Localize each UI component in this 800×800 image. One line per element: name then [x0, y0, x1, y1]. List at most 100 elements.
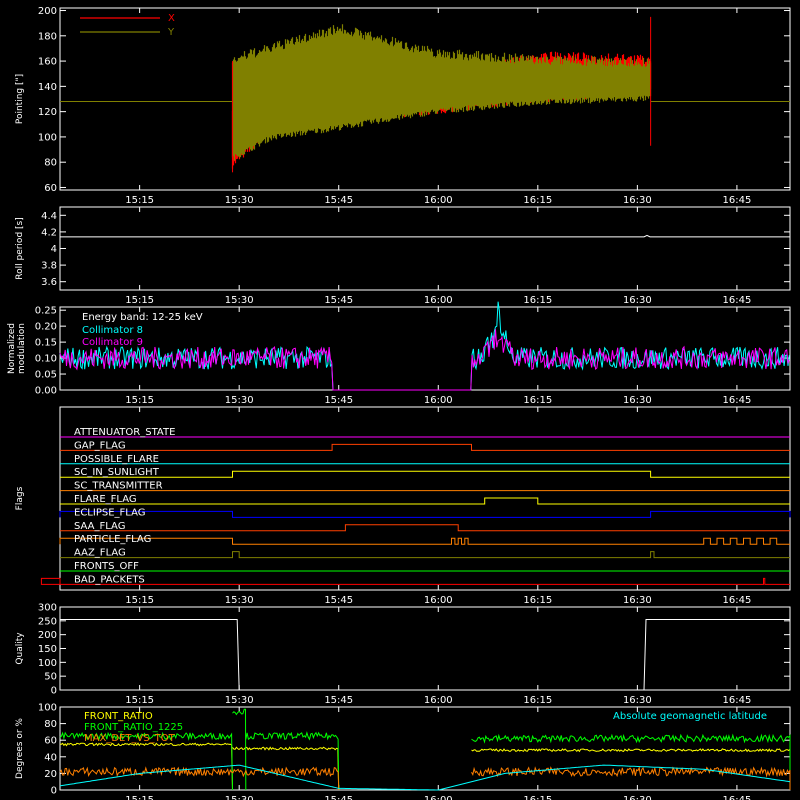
y-axis-label: Quality	[15, 632, 25, 665]
y-axis-label: Pointing ["]	[15, 74, 25, 124]
y-tick-label: 0.05	[35, 370, 57, 381]
y-axis-label: Flags	[15, 486, 25, 510]
legend-label-collimator-8: Collimator 8	[82, 325, 143, 336]
x-tick-label: 16:15	[523, 795, 552, 800]
x-tick-label: 16:15	[523, 695, 552, 706]
x-tick-label: 15:15	[125, 295, 154, 306]
x-tick-label: 16:30	[623, 595, 652, 606]
y-tick-label: 60	[44, 183, 57, 194]
y-tick-label: 3.8	[41, 261, 57, 272]
x-tick-label: 16:00	[424, 595, 453, 606]
y-tick-label: 20	[44, 769, 57, 780]
y-tick-label: 4.2	[41, 227, 57, 238]
y-tick-label: 0.15	[35, 338, 57, 349]
y-tick-label: 60	[44, 736, 57, 747]
x-tick-label: 15:15	[125, 695, 154, 706]
x-tick-label: 15:15	[125, 595, 154, 606]
y-tick-label: 50	[44, 672, 57, 683]
legend-label-Y: Y	[167, 27, 175, 38]
y-tick-label: 100	[38, 703, 57, 714]
y-tick-label: 100	[38, 132, 57, 143]
y-tick-label: 0.00	[35, 386, 57, 397]
y-tick-label: 80	[44, 719, 57, 730]
y-tick-label: 200	[38, 630, 57, 641]
legend-label-front_ratio: FRONT_RATIO	[84, 711, 153, 722]
y-tick-label: 300	[38, 603, 57, 614]
x-tick-label: 16:15	[523, 395, 552, 406]
y-tick-label: 150	[38, 644, 57, 655]
x-tick-label: 15:45	[324, 295, 353, 306]
x-tick-label: 16:30	[623, 295, 652, 306]
x-tick-label: 16:15	[523, 295, 552, 306]
flag-label-aaz_flag: AAZ_FLAG	[74, 548, 126, 559]
x-tick-label: 15:45	[324, 795, 353, 800]
x-tick-label: 16:45	[722, 395, 751, 406]
y-tick-label: 250	[38, 616, 57, 627]
x-tick-label: 15:45	[324, 395, 353, 406]
y-axis-label: Degrees or %	[15, 718, 25, 779]
x-tick-label: 16:45	[722, 595, 751, 606]
x-tick-label: 16:00	[424, 395, 453, 406]
y-tick-label: 0.20	[35, 322, 57, 333]
x-tick-label: 15:30	[225, 695, 254, 706]
x-tick-label: 15:30	[225, 195, 254, 206]
legend-label-front_ratio_1225: FRONT_RATIO_1225	[84, 722, 183, 733]
y-tick-label: 4	[51, 244, 57, 255]
x-tick-label: 16:00	[424, 295, 453, 306]
x-tick-label: 16:15	[523, 595, 552, 606]
y-tick-label: 120	[38, 107, 57, 118]
y-axis-label: modulation	[17, 323, 27, 374]
flag-label-saa_flag: SAA_FLAG	[74, 521, 125, 532]
legend-label-X: X	[168, 13, 175, 24]
y-tick-label: 180	[38, 31, 57, 42]
y-tick-label: 200	[38, 6, 57, 17]
x-tick-label: 16:15	[523, 195, 552, 206]
x-tick-label: 15:45	[324, 695, 353, 706]
legend-label-geomagnetic-latitude: Absolute geomagnetic latitude	[613, 711, 767, 722]
flag-label-bad_packets: BAD_PACKETS	[74, 574, 145, 585]
x-tick-label: 16:30	[623, 695, 652, 706]
y-tick-label: 80	[44, 158, 57, 169]
legend-label-collimator-9: Collimator 9	[82, 337, 143, 348]
x-tick-label: 16:00	[424, 695, 453, 706]
x-tick-label: 16:30	[623, 795, 652, 800]
x-tick-label: 15:15	[125, 395, 154, 406]
flag-label-sc_in_sunlight: SC_IN_SUNLIGHT	[74, 467, 160, 478]
y-tick-label: 100	[38, 658, 57, 669]
flag-label-fronts_off: FRONTS_OFF	[74, 561, 139, 572]
x-tick-label: 15:30	[225, 795, 254, 800]
flag-label-flare_flag: FLARE_FLAG	[74, 494, 137, 505]
x-tick-label: 15:45	[324, 195, 353, 206]
y-tick-label: 0	[51, 686, 57, 697]
y-tick-label: 4.4	[41, 211, 57, 222]
y-tick-label: 0.10	[35, 354, 57, 365]
flag-label-sc_transmitter: SC_TRANSMITTER	[74, 481, 163, 492]
y-tick-label: 0	[51, 786, 57, 797]
x-tick-label: 16:00	[424, 795, 453, 800]
y-tick-label: 140	[38, 82, 57, 93]
x-tick-label: 15:15	[125, 795, 154, 800]
flag-label-particle_flag: PARTICLE_FLAG	[74, 534, 151, 545]
x-tick-label: 15:30	[225, 595, 254, 606]
flag-label-possible_flare: POSSIBLE_FLARE	[74, 454, 159, 465]
y-axis-label: Roll period [s]	[15, 217, 25, 279]
y-tick-label: 3.6	[41, 277, 57, 288]
flag-label-gap_flag: GAP_FLAG	[74, 440, 126, 451]
y-axis-label: Normalized	[7, 323, 17, 374]
flag-label-attenuator_state: ATTENUATOR_STATE	[74, 427, 175, 438]
y-tick-label: 160	[38, 57, 57, 68]
rhessi-observing-summary-figure: 15:15 15:30 15:45 16:00 16:15 16:30 16:45 60 80 1…	[0, 0, 800, 800]
y-tick-label: 0.25	[35, 306, 57, 317]
x-tick-label: 16:30	[623, 395, 652, 406]
x-tick-label: 16:45	[722, 695, 751, 706]
x-tick-label: 15:30	[225, 295, 254, 306]
x-tick-label: 15:30	[225, 395, 254, 406]
x-tick-label: 15:15	[125, 195, 154, 206]
x-tick-label: 15:45	[324, 595, 353, 606]
x-tick-label: 16:45	[722, 795, 751, 800]
legend-label-max_det_vs_tot: MAX_DET_VS_TOT	[84, 733, 176, 744]
x-tick-label: 16:30	[623, 195, 652, 206]
x-tick-label: 16:45	[722, 195, 751, 206]
x-tick-label: 16:45	[722, 295, 751, 306]
flag-label-eclipse_flag: ECLIPSE_FLAG	[74, 507, 145, 518]
